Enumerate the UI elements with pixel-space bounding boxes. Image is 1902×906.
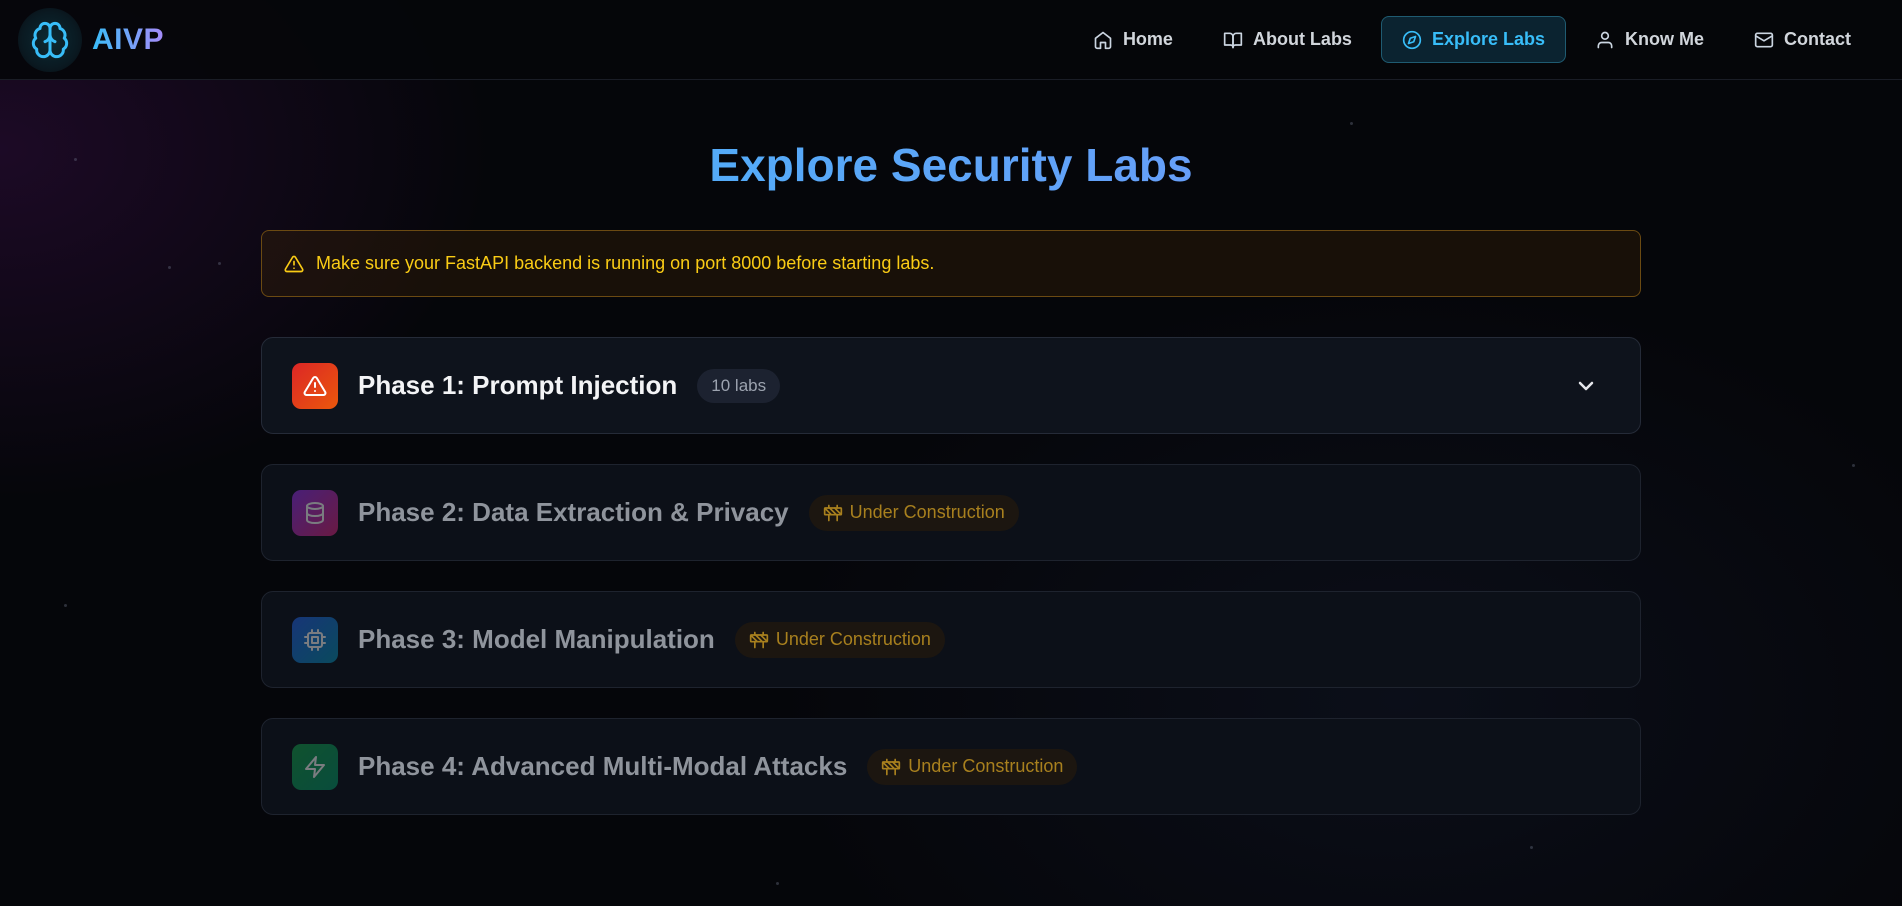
phase-3-title: Phase 3: Model Manipulation [358,624,715,654]
brand-name: AIVP [92,23,165,56]
construction-icon [882,758,901,775]
phase-1-card[interactable]: Phase 1: Prompt Injection 10 labs [261,337,1641,434]
under-construction-badge: Under Construction [867,748,1078,785]
construction-icon [823,504,842,521]
warning-text: Make sure your FastAPI backend is runnin… [316,253,935,273]
nav-explore-labs-label: Explore Labs [1431,29,1545,49]
zap-icon [292,743,338,790]
phase-4-status: Under Construction [908,756,1064,776]
nav-know-me-label: Know Me [1625,29,1704,49]
compass-icon [1402,30,1422,49]
phase-3-status: Under Construction [775,629,931,649]
phase-3-card: Phase 3: Model Manipulation Under Constr… [261,591,1641,688]
main-nav: Home About Labs Explore Labs Know Me Con… [1072,16,1872,63]
phase-1-lab-count-badge: 10 labs [697,368,781,403]
phase-4-title: Phase 4: Advanced Multi-Modal Attacks [358,751,848,781]
phase-2-title: Phase 2: Data Extraction & Privacy [358,497,789,527]
chevron-down-icon[interactable] [1574,374,1598,398]
alert-triangle-icon [284,255,304,272]
nav-about-labs-label: About Labs [1252,29,1352,49]
navbar: AIVP Home About Labs Explore Labs Know M… [0,0,1902,80]
database-icon [292,489,338,536]
nav-home[interactable]: Home [1072,16,1194,63]
under-construction-badge: Under Construction [808,494,1019,531]
phase-4-card: Phase 4: Advanced Multi-Modal Attacks Un… [261,718,1641,815]
phase-1-title: Phase 1: Prompt Injection [358,370,678,400]
under-construction-badge: Under Construction [734,621,945,658]
construction-icon [749,631,768,648]
nav-contact-label: Contact [1784,29,1851,49]
mail-icon [1754,32,1774,47]
phase-2-card: Phase 2: Data Extraction & Privacy Under… [261,464,1641,561]
cpu-icon [292,616,338,663]
nav-about-labs[interactable]: About Labs [1202,16,1373,63]
page-title: Explore Security Labs [0,138,1902,192]
nav-home-label: Home [1122,29,1173,49]
nav-contact[interactable]: Contact [1733,16,1872,63]
book-icon [1223,32,1243,48]
alert-triangle-icon [292,362,338,409]
backend-warning-banner: Make sure your FastAPI backend is runnin… [261,230,1641,297]
brand[interactable]: AIVP [18,8,164,72]
brain-icon [18,8,82,72]
home-icon [1094,31,1112,49]
phase-2-status: Under Construction [849,502,1005,522]
nav-explore-labs[interactable]: Explore Labs [1380,16,1566,63]
user-icon [1597,31,1613,48]
nav-know-me[interactable]: Know Me [1574,16,1725,63]
